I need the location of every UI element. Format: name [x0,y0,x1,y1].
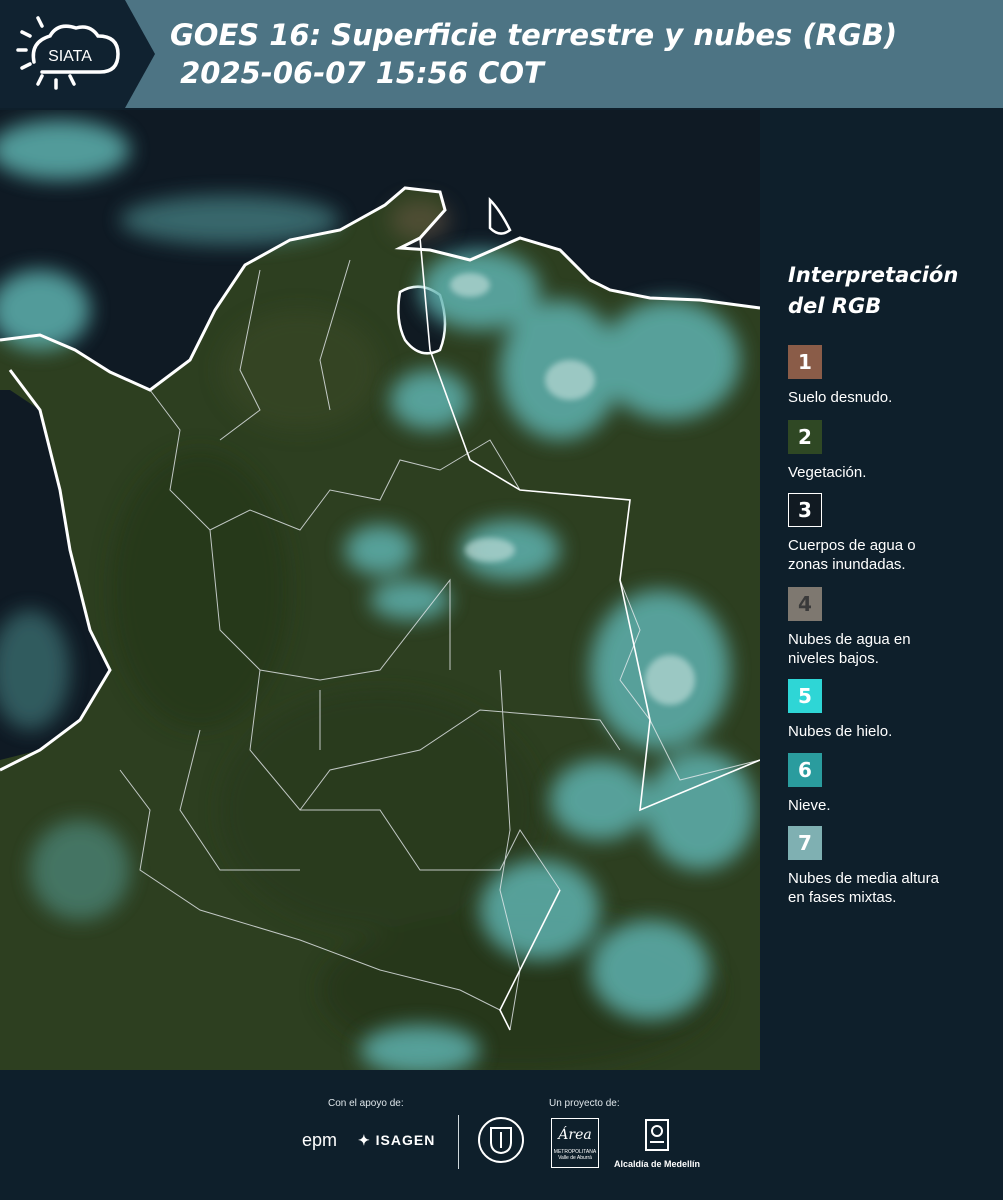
area-logo-name: Área [558,1127,592,1143]
title-line-2: 2025-06-07 15:56 COT [170,56,544,90]
legend-label-line-2: zonas inundadas. [788,556,906,573]
legend-label-line-2: en fases mixtas. [788,889,897,906]
isagen-logo-text: ISAGEN [375,1132,436,1148]
legend-item-1: 1 Suelo desnudo. [788,345,993,407]
legend-item-7: 7 Nubes de media altura en fases mixtas. [788,826,993,907]
legend-label-line-1: Suelo desnudo. [788,389,893,406]
legend-label-line-1: Nieve. [788,797,831,814]
legend-swatch: 7 [788,826,822,860]
siata-logo[interactable]: SIATA [0,0,155,108]
footer: Con el apoyo de: Un proyecto de: epm ✦ I… [0,1070,1003,1200]
legend-label: Nubes de hielo. [788,722,993,741]
legend-item-3: 3 Cuerpos de agua o zonas inundadas. [788,493,993,574]
legend-label-line-1: Nubes de agua en [788,631,911,648]
legend-label-line-1: Vegetación. [788,464,867,481]
legend-label: Nubes de agua en niveles bajos. [788,630,993,668]
epm-logo[interactable]: epm [302,1130,337,1151]
legend-item-2: 2 Vegetación. [788,420,993,482]
header-bar: SIATA GOES 16: Superficie terrestre y nu… [0,0,1003,108]
legend-label-line-2: niveles bajos. [788,650,879,667]
area-metropolitana-logo[interactable]: Área METROPOLITANA Valle de Aburrá [551,1118,599,1168]
legend-label-line-1: Cuerpos de agua o [788,537,916,554]
alcaldia-text: Alcaldía de Medellín [613,1159,701,1169]
legend-label: Nieve. [788,796,993,815]
legend-panel: Interpretación del RGB 1 Suelo desnudo. 2 V… [760,110,1003,1070]
legend-label: Vegetación. [788,463,993,482]
legend-label: Cuerpos de agua o zonas inundadas. [788,536,993,574]
legend-swatch: 4 [788,587,822,621]
legend-swatch: 1 [788,345,822,379]
legend-swatch: 2 [788,420,822,454]
footer-divider [458,1115,459,1169]
area-logo-sub2: Valle de Aburrá [558,1155,592,1161]
legend-item-5: 5 Nubes de hielo. [788,679,993,741]
legend-label-line-1: Nubes de hielo. [788,723,893,740]
alcaldia-logo[interactable]: Alcaldía de Medellín [612,1118,702,1169]
support-label: Con el apoyo de: [328,1098,404,1109]
alcaldia-crest-icon [645,1119,669,1151]
legend-swatch: 6 [788,753,822,787]
legend-title: Interpretación del RGB [788,260,988,322]
epm-logo-text: epm [302,1130,338,1150]
seal-emblem-icon [490,1127,512,1154]
page-title: GOES 16: Superficie terrestre y nubes (R… [170,16,897,92]
project-label: Un proyecto de: [549,1098,620,1109]
legend-label: Suelo desnudo. [788,388,993,407]
legend-label-line-1: Nubes de media altura [788,870,939,887]
title-line-1: GOES 16: Superficie terrestre y nubes (R… [170,18,898,52]
legend-swatch: 3 [788,493,822,527]
satellite-map[interactable] [0,110,761,1075]
legend-swatch: 5 [788,679,822,713]
legend-title-line-1: Interpretación [788,263,959,287]
legend-item-4: 4 Nubes de agua en niveles bajos. [788,587,993,668]
legend-item-6: 6 Nieve. [788,753,993,815]
seal-logo[interactable] [478,1117,524,1163]
legend-label: Nubes de media altura en fases mixtas. [788,869,993,907]
legend-title-line-2: del RGB [788,294,882,318]
svg-text:SIATA: SIATA [48,48,92,65]
isagen-logo[interactable]: ✦ ISAGEN [358,1132,435,1149]
isagen-star-icon: ✦ [358,1132,371,1148]
